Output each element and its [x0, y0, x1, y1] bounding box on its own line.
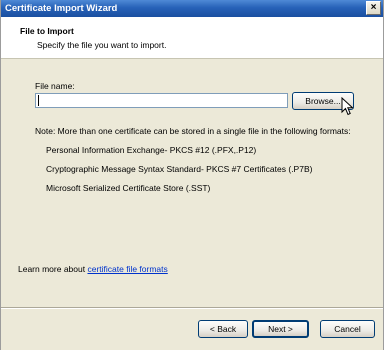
- mouse-pointer-icon: [341, 97, 354, 116]
- certificate-file-formats-link[interactable]: certificate file formats: [87, 264, 167, 274]
- back-button[interactable]: < Back: [198, 320, 248, 338]
- page-subtitle: Specify the file you want to import.: [37, 40, 167, 50]
- close-button[interactable]: ×: [366, 1, 381, 15]
- format-item-p7b: Cryptographic Message Syntax Standard- P…: [46, 164, 313, 174]
- close-icon: ×: [370, 2, 377, 13]
- learn-more-prefix: Learn more about: [18, 264, 88, 274]
- format-item-sst: Microsoft Serialized Certificate Store (…: [46, 183, 211, 193]
- next-button[interactable]: Next >: [252, 320, 309, 338]
- page-title: File to Import: [20, 26, 74, 36]
- format-item-pfx: Personal Information Exchange- PKCS #12 …: [46, 145, 257, 155]
- footer-divider: [1, 307, 383, 309]
- note-text: Note: More than one certificate can be s…: [35, 126, 351, 136]
- file-name-input[interactable]: [35, 93, 288, 108]
- title-bar: Certificate Import Wizard ×: [1, 0, 383, 17]
- file-name-label: File name:: [35, 81, 75, 91]
- certificate-import-wizard-window: Certificate Import Wizard × File to Impo…: [0, 0, 384, 350]
- window-title: Certificate Import Wizard: [5, 3, 118, 14]
- text-caret: [38, 95, 39, 106]
- learn-more-text: Learn more about certificate file format…: [18, 264, 168, 274]
- wizard-header: File to Import Specify the file you want…: [1, 17, 383, 59]
- cancel-button[interactable]: Cancel: [320, 320, 375, 338]
